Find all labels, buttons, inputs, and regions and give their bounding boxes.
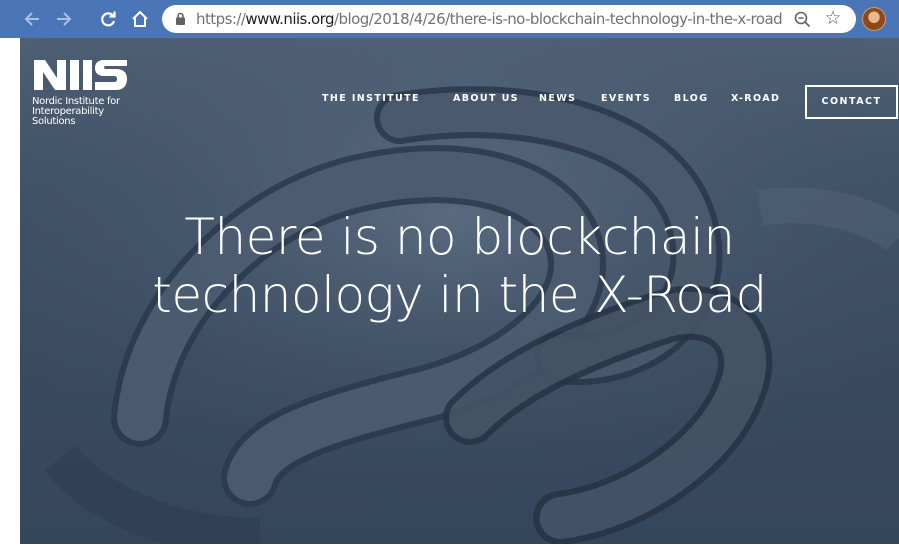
address-bar[interactable]: https://www.niis.org/blog/2018/4/26/ther… bbox=[162, 5, 856, 33]
nav-item-x-road[interactable]: X-ROAD bbox=[731, 92, 780, 106]
arrow-left-icon bbox=[24, 12, 39, 26]
site-logo[interactable]: Nordic Institute for Interoperability So… bbox=[32, 58, 152, 127]
reload-icon bbox=[101, 11, 116, 27]
nav-item-news[interactable]: NEWS bbox=[539, 92, 576, 106]
org-name-line-3: Solutions bbox=[32, 116, 76, 127]
lock-icon bbox=[176, 12, 185, 25]
url-host: www.niis.org bbox=[245, 10, 334, 28]
org-name: Nordic Institute for Interoperability So… bbox=[32, 97, 142, 127]
reload-button[interactable] bbox=[96, 0, 120, 38]
page-title-line-1: There is no blockchain bbox=[184, 208, 735, 266]
page-title: There is no blockchain technology in the… bbox=[20, 208, 899, 324]
nav-item-about-us[interactable]: ABOUT US bbox=[453, 92, 519, 106]
back-button[interactable] bbox=[20, 0, 44, 38]
profile-avatar[interactable] bbox=[862, 7, 886, 31]
url-text: https://www.niis.org/blog/2018/4/26/ther… bbox=[196, 5, 783, 33]
arrow-right-icon bbox=[57, 12, 72, 26]
nav-item-the-institute[interactable]: THE INSTITUTE bbox=[322, 92, 420, 106]
url-path: /blog/2018/4/26/there-is-no-blockchain-t… bbox=[334, 10, 783, 28]
niis-logo-mark bbox=[34, 60, 127, 90]
star-icon[interactable]: ☆ bbox=[822, 5, 844, 33]
nav-item-blog[interactable]: BLOG bbox=[674, 92, 708, 106]
browser-toolbar: https://www.niis.org/blog/2018/4/26/ther… bbox=[0, 0, 899, 38]
nav-item-events[interactable]: EVENTS bbox=[601, 92, 651, 106]
page-margin bbox=[0, 38, 20, 547]
home-button[interactable] bbox=[128, 0, 152, 38]
page-title-line-2: technology in the X-Road bbox=[152, 266, 767, 324]
home-icon bbox=[132, 10, 148, 27]
url-scheme: https:// bbox=[196, 10, 246, 28]
forward-button[interactable] bbox=[52, 0, 76, 38]
contact-button[interactable]: CONTACT bbox=[805, 85, 898, 119]
zoom-icon[interactable] bbox=[792, 9, 814, 29]
